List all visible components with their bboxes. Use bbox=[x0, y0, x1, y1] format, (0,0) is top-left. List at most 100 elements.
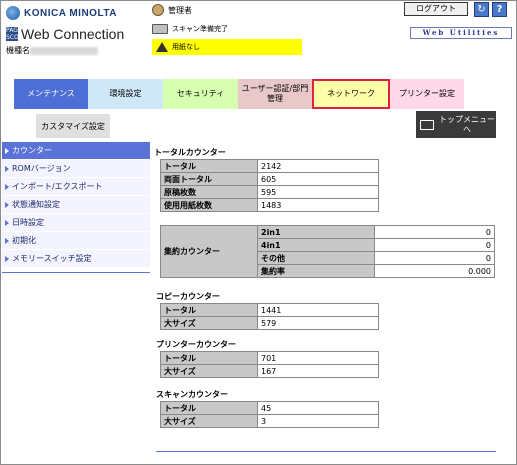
table-row: トータル 2142 bbox=[160, 159, 379, 173]
arrow-right-icon bbox=[5, 165, 9, 172]
aggregate-counter-table: 集約カウンター 2in1 0 4in1 0 その他 0 集約率 0.000 bbox=[160, 225, 495, 278]
printer-counter-title: プリンターカウンター bbox=[156, 340, 236, 349]
user-indicator: 管理者 bbox=[152, 4, 192, 16]
help-icon[interactable]: ? bbox=[492, 2, 507, 17]
scan-status-text: スキャン準備完了 bbox=[172, 25, 228, 33]
sidebar-item-label: ROMバージョン bbox=[12, 164, 71, 173]
row-label: 両面トータル bbox=[160, 172, 258, 186]
row-value: 0 bbox=[374, 225, 495, 239]
top-menu-button[interactable]: トップメニューへ bbox=[416, 111, 496, 138]
printer-icon bbox=[152, 24, 168, 34]
row-value: 2142 bbox=[257, 159, 379, 173]
device-name: 機種名 bbox=[6, 45, 98, 56]
tab-maintenance[interactable]: メンテナンス bbox=[14, 79, 88, 109]
printer-counter-table: トータル 701 大サイズ 167 bbox=[160, 351, 379, 378]
tab-printer-settings[interactable]: プリンター設定 bbox=[390, 79, 464, 109]
tab-customize[interactable]: カスタマイズ設定 bbox=[36, 114, 110, 138]
scan-counter-title: スキャンカウンター bbox=[156, 390, 228, 399]
row-value: 3 bbox=[257, 414, 379, 428]
admin-user-icon bbox=[152, 4, 164, 16]
tab-security[interactable]: セキュリティ bbox=[163, 79, 238, 109]
row-value: 0.000 bbox=[374, 264, 495, 278]
warning-text: 用紙なし bbox=[172, 43, 200, 51]
web-utilities-link[interactable]: Web Utilities bbox=[410, 27, 512, 39]
sidebar-item-datetime[interactable]: 日時設定 bbox=[2, 214, 150, 232]
sidebar: カウンター ROMバージョン インポート/エクスポート 状態通知設定 日時設定 … bbox=[2, 142, 150, 273]
row-label: トータル bbox=[160, 401, 258, 415]
row-label: 集約率 bbox=[257, 264, 375, 278]
brand-logo: KONICA MINOLTA bbox=[6, 6, 117, 20]
tab-environment[interactable]: 環境設定 bbox=[88, 79, 163, 109]
user-name: 管理者 bbox=[168, 5, 192, 15]
tab-network[interactable]: ネットワーク bbox=[312, 79, 390, 109]
top-menu-label: トップメニューへ bbox=[439, 114, 495, 134]
row-value: 1483 bbox=[257, 198, 379, 212]
row-label: 大サイズ bbox=[160, 316, 258, 330]
sidebar-item-label: カウンター bbox=[12, 146, 52, 155]
copy-counter-table: トータル 1441 大サイズ 579 bbox=[160, 303, 379, 330]
sidebar-item-label: 状態通知設定 bbox=[12, 200, 60, 209]
table-row: トータル 1441 bbox=[160, 303, 379, 317]
row-value: 0 bbox=[374, 238, 495, 252]
table-row: 両面トータル 605 bbox=[160, 172, 379, 186]
row-label: トータル bbox=[160, 303, 258, 317]
table-row: トータル 701 bbox=[160, 351, 379, 365]
globe-icon bbox=[6, 6, 20, 20]
table-row: トータル 45 bbox=[160, 401, 379, 415]
table-row: 集約カウンター 2in1 0 bbox=[160, 225, 495, 278]
sidebar-item-status-notification[interactable]: 状態通知設定 bbox=[2, 196, 150, 214]
table-row: 使用用紙枚数 1483 bbox=[160, 198, 379, 212]
row-label: 大サイズ bbox=[160, 414, 258, 428]
scan-status: スキャン準備完了 bbox=[152, 24, 228, 34]
sidebar-divider bbox=[2, 272, 150, 273]
brand-name: KONICA MINOLTA bbox=[24, 7, 117, 19]
row-value: 579 bbox=[257, 316, 379, 330]
sidebar-item-initialize[interactable]: 初期化 bbox=[2, 232, 150, 250]
row-value: 701 bbox=[257, 351, 379, 365]
logout-button[interactable]: ログアウト bbox=[404, 2, 468, 16]
row-value: 167 bbox=[257, 364, 379, 378]
row-value: 595 bbox=[257, 185, 379, 199]
row-label: 原稿枚数 bbox=[160, 185, 258, 199]
sidebar-item-label: 日時設定 bbox=[12, 218, 44, 227]
copy-counter-title: コピーカウンター bbox=[156, 292, 220, 301]
row-value: 0 bbox=[374, 251, 495, 265]
total-counter-title: トータルカウンター bbox=[154, 148, 226, 157]
arrow-right-icon bbox=[5, 201, 9, 208]
arrow-right-icon bbox=[5, 219, 9, 226]
device-name-value-blurred bbox=[30, 46, 98, 55]
table-row: 原稿枚数 595 bbox=[160, 185, 379, 199]
row-label: 使用用紙枚数 bbox=[160, 198, 258, 212]
arrow-right-icon bbox=[5, 183, 9, 190]
row-label: トータル bbox=[160, 159, 258, 173]
row-value: 45 bbox=[257, 401, 379, 415]
table-row: 大サイズ 3 bbox=[160, 414, 379, 428]
row-label: 2in1 bbox=[257, 225, 375, 239]
table-row: 大サイズ 167 bbox=[160, 364, 379, 378]
row-value: 1441 bbox=[257, 303, 379, 317]
table-row: 大サイズ 579 bbox=[160, 316, 379, 330]
row-value: 605 bbox=[257, 172, 379, 186]
sidebar-item-label: メモリースイッチ設定 bbox=[12, 254, 92, 263]
tab-user-auth[interactable]: ユーザー認証/部門管理 bbox=[238, 79, 312, 109]
main-tabs: メンテナンス 環境設定 セキュリティ ユーザー認証/部門管理 ネットワーク プリ… bbox=[14, 79, 464, 109]
row-label: 4in1 bbox=[257, 238, 375, 252]
arrow-right-icon bbox=[5, 147, 9, 154]
scan-counter-table: トータル 45 大サイズ 3 bbox=[160, 401, 379, 428]
row-label: 大サイズ bbox=[160, 364, 258, 378]
device-name-label: 機種名 bbox=[6, 46, 30, 55]
sidebar-item-rom-version[interactable]: ROMバージョン bbox=[2, 160, 150, 178]
row-label: その他 bbox=[257, 251, 375, 265]
sidebar-item-label: インポート/エクスポート bbox=[12, 182, 103, 191]
row-label: トータル bbox=[160, 351, 258, 365]
sidebar-item-import-export[interactable]: インポート/エクスポート bbox=[2, 178, 150, 196]
warning-bar: 用紙なし bbox=[152, 39, 302, 55]
arrow-right-icon bbox=[5, 237, 9, 244]
sidebar-item-label: 初期化 bbox=[12, 236, 36, 245]
product-logo: PAGE SCOPE Web Connection bbox=[6, 26, 124, 42]
sidebar-item-counter[interactable]: カウンター bbox=[2, 142, 150, 160]
refresh-icon[interactable]: ↻ bbox=[474, 2, 489, 17]
pagescope-badge: PAGE SCOPE bbox=[6, 27, 27, 41]
product-title: Web Connection bbox=[21, 26, 125, 42]
sidebar-item-memory-switch[interactable]: メモリースイッチ設定 bbox=[2, 250, 150, 268]
